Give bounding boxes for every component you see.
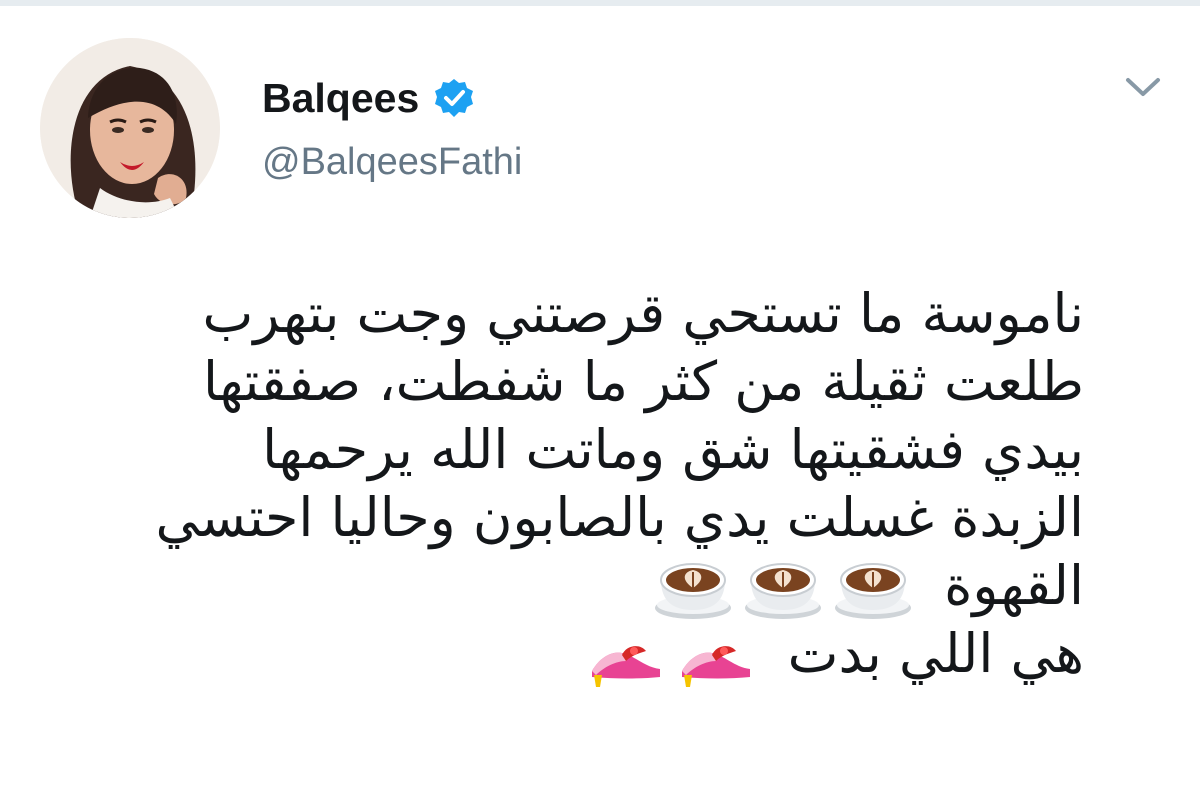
tweet-line-4: الزبدة غسلت يدي بالصابون وحاليا احتسي — [155, 486, 1084, 549]
user-handle[interactable]: @BalqeesFathi — [262, 140, 522, 186]
tweet-line-2: طلعت ثقيلة من كثر ما شفطت، صفقتها — [202, 350, 1084, 413]
high-heel-shoe-emoji — [592, 645, 661, 687]
tweet-line-1: ناموسة ما تستحي قرصتني وجت بتهرب — [202, 282, 1084, 345]
coffee-emoji — [834, 563, 911, 620]
tweet-line-6-text: هي اللي بدت — [787, 622, 1084, 686]
verified-badge-icon — [433, 77, 475, 119]
shoe-emoji-row — [586, 627, 756, 689]
tweet-text: ناموسة ما تستحي قرصتني وجت بتهرب طلعت ثق… — [24, 280, 1084, 689]
tweet-line-3: بيدي فشقيتها شق وماتت الله يرحمها — [262, 418, 1084, 481]
avatar-image — [40, 38, 220, 218]
coffee-emoji — [744, 563, 821, 620]
tweet-line-5-text: القهوة — [944, 554, 1084, 617]
chevron-down-icon[interactable] — [1124, 72, 1162, 102]
tweet-line-6: هي اللي بدت — [24, 620, 1084, 688]
avatar[interactable] — [40, 38, 220, 218]
high-heel-shoe-emoji — [682, 645, 751, 687]
coffee-emoji — [654, 563, 731, 620]
display-name[interactable]: Balqees — [262, 77, 419, 119]
top-border — [0, 0, 1200, 6]
name-row: Balqees — [262, 70, 475, 126]
coffee-emoji-row — [653, 558, 913, 620]
tweet-line-5: القهوة — [24, 552, 1084, 620]
